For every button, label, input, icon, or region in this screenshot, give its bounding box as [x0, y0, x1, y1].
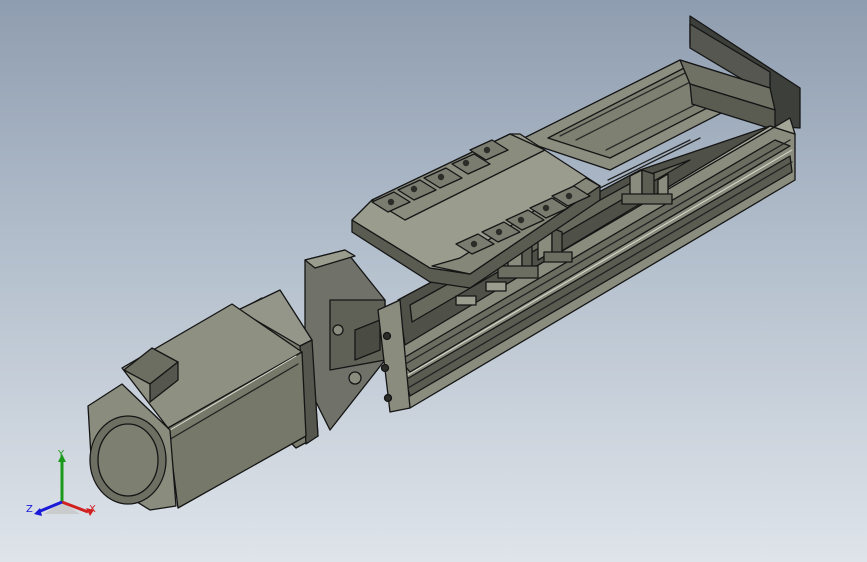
axis-y-label: Y: [58, 449, 65, 460]
graphics-viewport[interactable]: Y X Z: [0, 0, 867, 562]
3d-model-view[interactable]: [0, 0, 867, 562]
axis-z-label: Z: [26, 504, 33, 515]
axis-x-label: X: [89, 504, 96, 515]
orientation-triad[interactable]: Y X Z: [26, 448, 106, 520]
